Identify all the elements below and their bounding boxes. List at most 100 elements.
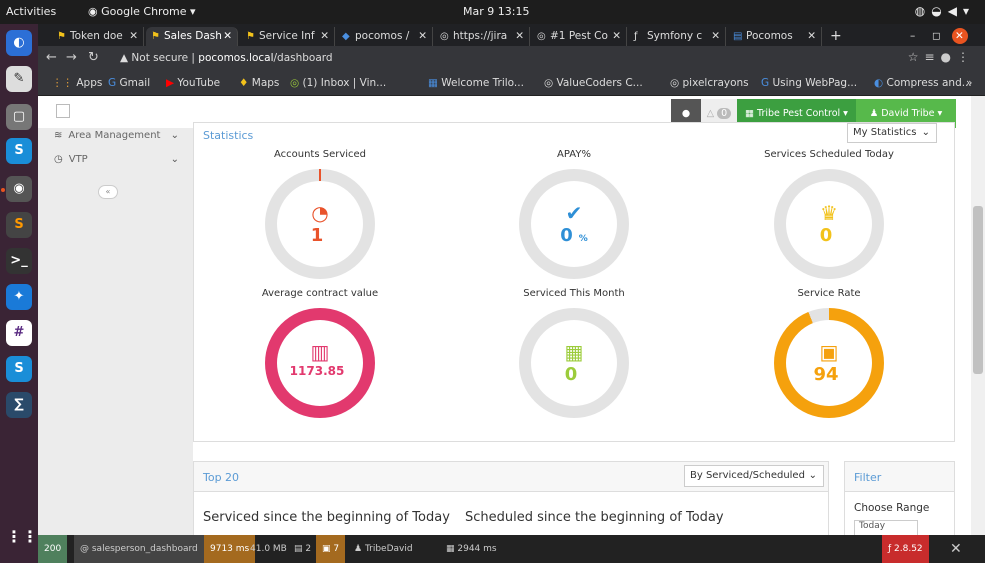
- trello-icon: ▦: [428, 77, 442, 89]
- token-icon: ⚑: [246, 31, 255, 42]
- bookmark-gmail[interactable]: G Gmail: [108, 77, 150, 89]
- database-icon: ▣: [322, 544, 334, 554]
- layers-icon: ≋: [54, 130, 63, 141]
- gauge-5: Service Rate ▣ 94: [739, 288, 919, 438]
- jira-icon[interactable]: ✦: [6, 284, 32, 310]
- top20-select[interactable]: By Serviced/Scheduled ⌄: [684, 465, 824, 487]
- tab-4[interactable]: ◎ https://jira ✕: [435, 27, 530, 46]
- gauge-ring: ♛ 0: [774, 169, 884, 279]
- close-tab-icon[interactable]: ✕: [612, 27, 621, 46]
- maximize-button[interactable]: ◻: [928, 27, 948, 46]
- bookmark-trello[interactable]: ▦ Welcome Trilo...: [428, 77, 524, 89]
- tab-1[interactable]: ⚑ Sales Dash ✕: [146, 27, 238, 46]
- activities-button[interactable]: Activities: [6, 5, 56, 18]
- forms-count[interactable]: ▤ 2: [288, 535, 317, 563]
- chart-icon: ▥: [310, 340, 330, 364]
- profile-icon[interactable]: ●: [941, 50, 957, 64]
- playlist-icon[interactable]: ≡: [924, 50, 940, 64]
- vscode-app-icon[interactable]: ∑: [6, 392, 32, 418]
- volume-icon: ◀: [947, 4, 963, 18]
- app-menu[interactable]: ◉ Google Chrome ▾: [88, 5, 196, 18]
- power-icon: ▾: [962, 4, 975, 18]
- sidebar-collapse-button[interactable]: «: [98, 185, 118, 199]
- skype-icon[interactable]: S: [6, 138, 32, 164]
- page-scrollbar[interactable]: [971, 96, 985, 535]
- skype-2-icon[interactable]: S: [6, 356, 32, 382]
- extension-icon: ◍: [914, 4, 932, 18]
- star-icon[interactable]: ☆: [908, 50, 925, 64]
- page-viewport: ● △ 0 ▦ Tribe Pest Control ▾ ♟ David Tri…: [38, 96, 971, 535]
- bookmark-youtube[interactable]: ▶ YouTube: [166, 77, 220, 89]
- bookmark-webpage[interactable]: G Using WebPag...: [761, 77, 857, 89]
- ajax-time[interactable]: ▦ 2944 ms: [440, 535, 503, 563]
- bookmark-valuecoders[interactable]: ◎ ValueCoders C...: [544, 77, 643, 89]
- new-tab-button[interactable]: +: [824, 27, 846, 46]
- gauge-0: Accounts Serviced ◔ 1: [230, 149, 410, 299]
- security-user[interactable]: ♟ TribeDavid: [348, 535, 419, 563]
- statistics-select[interactable]: My Statistics ⌄: [847, 123, 937, 143]
- sidebar: ≋ Area Management ⌄ ◷ VTP ⌄ «: [38, 128, 193, 535]
- bookmark-compress[interactable]: ◐ Compress and...: [874, 77, 972, 89]
- status-code[interactable]: 200: [38, 535, 68, 563]
- tab-5[interactable]: ◎ #1 Pest Co ✕: [532, 27, 627, 46]
- url-host: pocomos.local: [198, 52, 274, 64]
- scrollbar-thumb[interactable]: [973, 206, 983, 374]
- files-icon[interactable]: ▢: [6, 104, 32, 130]
- close-tab-icon[interactable]: ✕: [223, 27, 232, 46]
- terminal-icon[interactable]: >_: [6, 248, 32, 274]
- reload-button[interactable]: ↻: [88, 50, 99, 65]
- notification-count: 0: [717, 108, 732, 119]
- close-tab-icon[interactable]: ✕: [418, 27, 427, 46]
- bell-icon: △: [706, 108, 715, 119]
- close-tab-icon[interactable]: ✕: [320, 27, 329, 46]
- chat-icon: ●: [681, 108, 691, 119]
- bookmark-pixelcrayons[interactable]: ◎ pixelcrayons: [670, 77, 749, 89]
- globe-icon: ◎: [544, 77, 557, 89]
- range-select[interactable]: Today: [854, 520, 918, 535]
- sidebar-item-area-management[interactable]: ≋ Area Management ⌄: [38, 124, 193, 148]
- sidebar-item-vtp[interactable]: ◷ VTP ⌄: [38, 148, 193, 172]
- thunderbird-icon[interactable]: ◐: [6, 30, 32, 56]
- close-tab-icon[interactable]: ✕: [515, 27, 524, 46]
- close-toolbar-button[interactable]: ✕: [944, 535, 968, 563]
- tab-2[interactable]: ⚑ Service Inf ✕: [241, 27, 335, 46]
- show-apps-icon[interactable]: ⋮⋮: [6, 524, 38, 550]
- text-editor-icon[interactable]: ✎: [6, 66, 32, 92]
- tab-7[interactable]: ▤ Pocomos ✕: [728, 27, 822, 46]
- close-window-button[interactable]: ✕: [952, 28, 968, 44]
- sublime-icon[interactable]: S: [6, 212, 32, 238]
- gauge-value: 1173.85: [289, 364, 345, 378]
- choose-range-label: Choose Range: [854, 502, 930, 514]
- symfony-version[interactable]: ƒ 2.8.52: [882, 535, 929, 563]
- clock-icon: ◷: [54, 154, 63, 165]
- tab-3[interactable]: ◆ pocomos / ✕: [337, 27, 433, 46]
- back-button[interactable]: ←: [46, 50, 57, 65]
- kebab-menu-icon[interactable]: ⋮: [957, 50, 975, 64]
- bookmark-inbox[interactable]: ◎ (1) Inbox | Vin...: [290, 77, 386, 89]
- url-path: /dashboard: [273, 52, 333, 64]
- chrome-icon[interactable]: ◉: [6, 176, 32, 202]
- gauge-4: Serviced This Month ▦ 0: [484, 288, 664, 438]
- minimize-button[interactable]: –: [906, 27, 926, 46]
- route-name[interactable]: @ salesperson_dashboard: [74, 535, 204, 563]
- clock[interactable]: Mar 9 13:15: [463, 5, 529, 18]
- close-tab-icon[interactable]: ✕: [711, 27, 720, 46]
- queries-count[interactable]: ▣ 7: [316, 535, 346, 563]
- system-tray[interactable]: ◍◒◀▾: [915, 4, 975, 18]
- chevron-down-icon: ⌄: [921, 127, 930, 138]
- url-field[interactable]: ▲ Not secure | pocomos.local/dashboard: [120, 52, 333, 64]
- broken-logo-image[interactable]: [56, 104, 70, 118]
- browser-actions: ☆≡●⋮: [908, 50, 975, 64]
- close-tab-icon[interactable]: ✕: [807, 27, 816, 46]
- forms-icon: ▤: [294, 544, 306, 554]
- bookmarks-overflow-icon[interactable]: »: [966, 77, 972, 89]
- tab-6[interactable]: ƒ Symfony c ✕: [629, 27, 726, 46]
- forward-button[interactable]: →: [66, 50, 77, 65]
- close-tab-icon[interactable]: ✕: [129, 27, 138, 46]
- tab-0[interactable]: ⚑ Token doe ✕: [52, 27, 144, 46]
- filter-panel: Filter Choose Range Today: [844, 461, 955, 535]
- bookmark-maps[interactable]: ♦ Maps: [239, 77, 279, 89]
- slack-icon[interactable]: #: [6, 320, 32, 346]
- memory-usage[interactable]: 41.0 MB: [244, 535, 293, 563]
- bookmark-apps[interactable]: ⋮⋮ Apps: [52, 77, 102, 89]
